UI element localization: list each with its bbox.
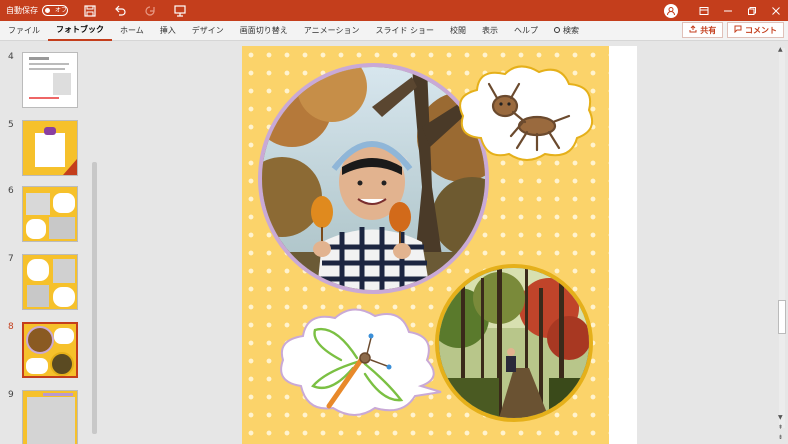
avatar[interactable] <box>664 3 678 18</box>
cloud-ant-drawing[interactable] <box>453 62 599 166</box>
slide-number: 8 <box>8 322 14 332</box>
autosave-toggle[interactable]: オフ <box>42 5 68 16</box>
ribbon-display-icon[interactable] <box>692 0 716 21</box>
thumbnails-scrollbar[interactable] <box>92 162 97 434</box>
tab-view[interactable]: 表示 <box>474 21 506 41</box>
ribbon-tabs: ファイル フォトブック ホーム 挿入 デザイン 画面切り替え アニメーション ス… <box>0 21 788 41</box>
save-icon[interactable] <box>82 3 98 19</box>
slide-thumbnail-8[interactable] <box>22 322 78 378</box>
scroll-up-icon[interactable]: ▲ <box>778 46 783 53</box>
slide-number: 4 <box>8 52 14 62</box>
slide-number: 9 <box>8 390 14 400</box>
current-slide[interactable] <box>242 46 609 444</box>
search-icon <box>554 26 560 33</box>
slide-thumbnail-6[interactable] <box>22 186 78 242</box>
tab-help[interactable]: ヘルプ <box>506 21 546 41</box>
tab-design[interactable]: デザイン <box>184 21 232 41</box>
canvas-scrollbar[interactable]: ▲ ▼ ⇞ ⇟ <box>776 42 788 444</box>
tab-insert[interactable]: 挿入 <box>152 21 184 41</box>
comment-label: コメント <box>745 26 777 35</box>
tab-photobook[interactable]: フォトブック <box>48 21 112 41</box>
toggle-knob <box>45 8 50 13</box>
share-label: 共有 <box>700 26 717 35</box>
cloud-dragonfly-drawing[interactable] <box>275 304 443 422</box>
slide-thumbnail-4[interactable] <box>22 52 78 108</box>
tab-search[interactable]: 検索 <box>546 21 587 41</box>
photo-forest-image <box>439 268 589 418</box>
tab-transitions[interactable]: 画面切り替え <box>232 21 296 41</box>
share-button[interactable]: 共有 <box>682 22 724 38</box>
slide-number: 6 <box>8 186 14 196</box>
tab-review[interactable]: 校閲 <box>442 21 474 41</box>
slide-thumbnail-7[interactable] <box>22 254 78 310</box>
comment-icon <box>734 25 742 34</box>
prev-slide-icon[interactable]: ⇞ <box>778 424 783 431</box>
title-bar: 自動保存 オフ <box>0 0 788 21</box>
ribbon-right-actions: 共有 コメント <box>678 22 784 38</box>
tab-file[interactable]: ファイル <box>0 21 48 41</box>
tab-slideshow[interactable]: スライド ショー <box>367 21 442 41</box>
autosave-control[interactable]: 自動保存 オフ <box>6 5 68 16</box>
redo-icon[interactable] <box>142 3 158 19</box>
title-right-controls <box>664 0 788 21</box>
search-label: 検索 <box>563 25 579 35</box>
scrollbar-track[interactable] <box>779 48 785 428</box>
slide-number: 7 <box>8 254 14 264</box>
comment-button[interactable]: コメント <box>727 22 784 38</box>
minimize-icon[interactable] <box>716 0 740 21</box>
restore-icon[interactable] <box>740 0 764 21</box>
share-icon <box>689 25 697 33</box>
present-icon[interactable] <box>172 3 188 19</box>
autosave-state: オフ <box>55 7 68 14</box>
close-icon[interactable] <box>764 0 788 21</box>
scroll-down-icon[interactable]: ▼ <box>778 414 783 421</box>
slide-thumbnails-pane: 4 5 6 7 8 9 <box>0 42 100 444</box>
undo-icon[interactable] <box>112 3 128 19</box>
slide-editing-canvas <box>101 42 774 444</box>
scrollbar-thumb[interactable] <box>778 300 786 334</box>
slide-thumbnail-5[interactable] <box>22 120 78 176</box>
slide-number: 5 <box>8 120 14 130</box>
photo-forest-path[interactable] <box>435 264 593 422</box>
next-slide-icon[interactable]: ⇟ <box>778 434 783 441</box>
photo-girl-image <box>262 67 485 290</box>
slide-right-margin <box>609 46 637 444</box>
tab-animations[interactable]: アニメーション <box>296 21 368 41</box>
slide-thumbnail-9[interactable] <box>22 390 78 444</box>
tab-home[interactable]: ホーム <box>112 21 152 41</box>
autosave-label: 自動保存 <box>6 6 38 15</box>
